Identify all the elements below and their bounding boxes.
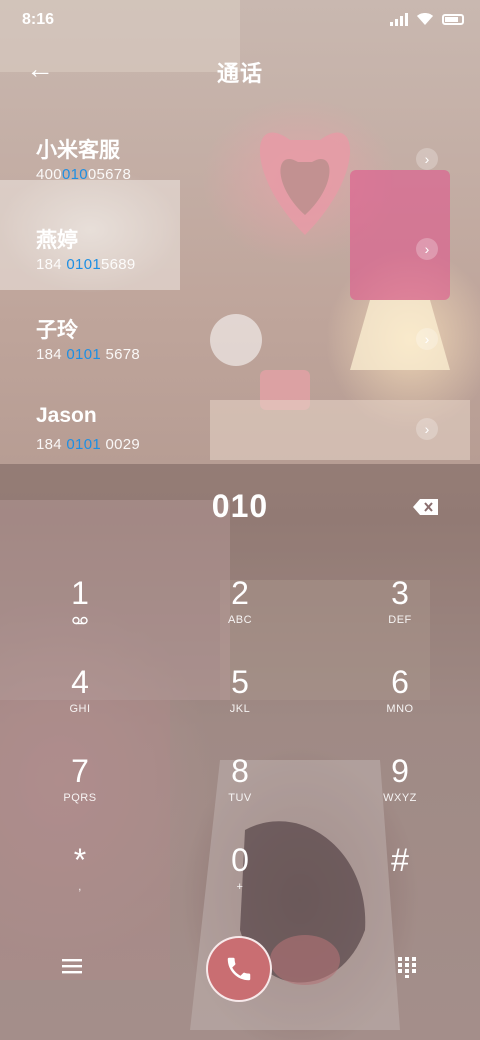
contact-name: 燕婷 xyxy=(36,229,78,252)
contact-number: 184 0101 5678 xyxy=(36,346,141,363)
backspace-icon[interactable] xyxy=(412,498,440,516)
dialed-number: 010 xyxy=(211,488,269,524)
keypad: 1 2 ABC 3 DEF 4 GHI 5 JKL 6 MNO 7 PQRS 8… xyxy=(0,574,480,930)
battery-icon xyxy=(442,13,464,25)
call-button[interactable] xyxy=(206,936,272,1002)
contact-number: 40001005678 xyxy=(36,166,132,183)
contact-name: Jason xyxy=(36,404,97,427)
key-9[interactable]: 9 WXYZ xyxy=(320,752,480,841)
contact-suggestion-list[interactable]: 小米客服 40001005678 › 燕婷 184 01015689 › 子玲 … xyxy=(0,120,480,480)
chevron-right-icon[interactable]: › xyxy=(416,148,438,170)
contact-item[interactable]: 小米客服 40001005678 › xyxy=(0,120,480,210)
dialer-actions xyxy=(0,934,480,1004)
key-star[interactable]: * , xyxy=(0,841,160,930)
contact-item[interactable]: 子玲 184 0101 5678 › xyxy=(0,300,480,390)
status-bar: 8:16 xyxy=(0,0,480,40)
key-0[interactable]: 0 + xyxy=(160,841,320,930)
signal-icon xyxy=(390,12,408,26)
phone-icon xyxy=(227,957,251,981)
contact-name: 子玲 xyxy=(36,319,78,342)
chevron-right-icon[interactable]: › xyxy=(416,418,438,440)
key-6[interactable]: 6 MNO xyxy=(320,663,480,752)
dialpad: 010 1 2 ABC 3 DEF 4 GHI 5 JKL 6 MNO 7 PQ… xyxy=(0,464,480,1040)
status-time: 8:16 xyxy=(22,11,55,28)
contact-number: 184 01015689 xyxy=(36,256,136,273)
keypad-toggle-icon[interactable] xyxy=(397,956,417,978)
key-5[interactable]: 5 JKL xyxy=(160,663,320,752)
header: ← 通话 xyxy=(0,52,480,92)
key-7[interactable]: 7 PQRS xyxy=(0,752,160,841)
voicemail-icon xyxy=(72,616,88,625)
key-8[interactable]: 8 TUV xyxy=(160,752,320,841)
wifi-icon xyxy=(417,13,433,25)
menu-icon[interactable] xyxy=(62,958,82,974)
key-4[interactable]: 4 GHI xyxy=(0,663,160,752)
contact-number: 184 0101 0029 xyxy=(36,436,141,453)
key-3[interactable]: 3 DEF xyxy=(320,574,480,663)
key-hash[interactable]: # xyxy=(320,841,480,930)
key-1[interactable]: 1 xyxy=(0,574,160,663)
contact-item[interactable]: 燕婷 184 01015689 › xyxy=(0,210,480,300)
key-2[interactable]: 2 ABC xyxy=(160,574,320,663)
chevron-right-icon[interactable]: › xyxy=(416,238,438,260)
contact-name: 小米客服 xyxy=(36,139,120,162)
chevron-right-icon[interactable]: › xyxy=(416,328,438,350)
page-title: 通话 xyxy=(216,61,263,86)
